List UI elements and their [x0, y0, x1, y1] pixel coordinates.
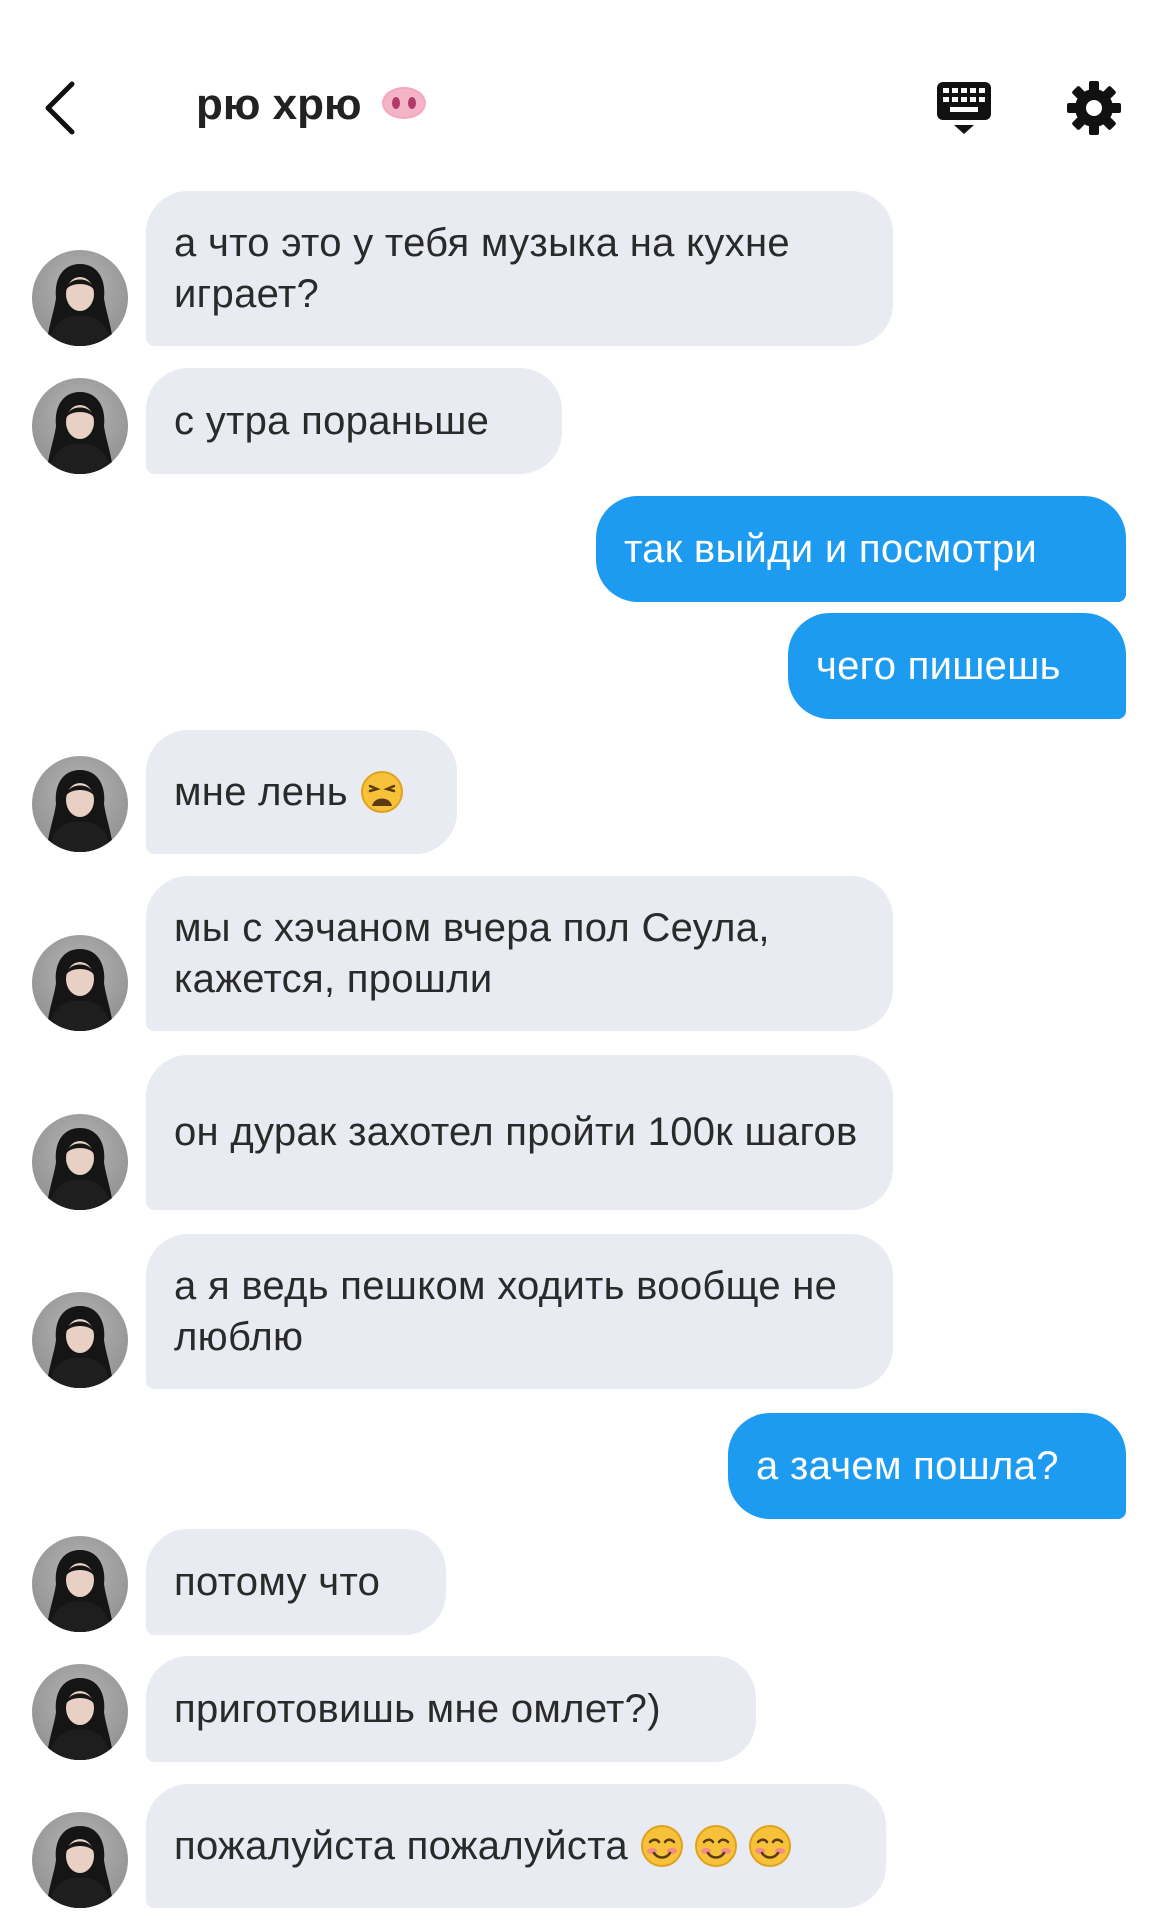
- settings-button[interactable]: [1064, 78, 1124, 138]
- weary-face-icon: [360, 771, 403, 813]
- pig-nose-icon: [381, 87, 426, 119]
- avatar-portrait-icon: [46, 1550, 114, 1632]
- message-bubble-incoming[interactable]: мне лень: [146, 730, 457, 854]
- gear-icon: [1067, 81, 1121, 135]
- keyboard-button[interactable]: [934, 78, 994, 138]
- contact-avatar[interactable]: [32, 1536, 128, 1632]
- message-text: мне лень: [174, 769, 348, 814]
- message-text: мы с хэчаном вчера пол Сеула, кажется, п…: [174, 905, 770, 1001]
- chat-title[interactable]: рю хрю: [196, 80, 428, 130]
- contact-avatar[interactable]: [32, 1812, 128, 1908]
- contact-avatar[interactable]: [32, 378, 128, 474]
- avatar-portrait-icon: [46, 1128, 114, 1210]
- chat-header: рю хрю: [0, 0, 1160, 200]
- avatar-portrait-icon: [46, 949, 114, 1031]
- message-text: а что это у тебя музыка на кухне играет?: [174, 220, 790, 316]
- contact-avatar[interactable]: [32, 1114, 128, 1210]
- smiling-face-icon: [748, 1825, 791, 1867]
- back-button[interactable]: [38, 78, 84, 138]
- contact-avatar[interactable]: [32, 1292, 128, 1388]
- message-bubble-incoming[interactable]: мы с хэчаном вчера пол Сеула, кажется, п…: [146, 876, 893, 1031]
- contact-avatar[interactable]: [32, 250, 128, 346]
- avatar-portrait-icon: [46, 1306, 114, 1388]
- avatar-portrait-icon: [46, 770, 114, 852]
- keyboard-icon: [937, 82, 991, 134]
- message-bubble-incoming[interactable]: с утра пораньше: [146, 368, 562, 474]
- message-text: потому что: [174, 1559, 381, 1604]
- message-text: чего пишешь: [816, 643, 1061, 688]
- contact-avatar[interactable]: [32, 756, 128, 852]
- message-bubble-outgoing[interactable]: так выйди и посмотри: [596, 496, 1126, 602]
- message-bubble-incoming[interactable]: а что это у тебя музыка на кухне играет?: [146, 191, 893, 346]
- message-text: с утра пораньше: [174, 398, 490, 443]
- emoji-group: [640, 1824, 792, 1868]
- message-bubble-outgoing[interactable]: чего пишешь: [788, 613, 1126, 719]
- smiling-face-icon: [640, 1825, 683, 1867]
- avatar-portrait-icon: [46, 1678, 114, 1760]
- message-bubble-incoming[interactable]: а я ведь пешком ходить вообще не люблю: [146, 1234, 893, 1389]
- message-text: так выйди и посмотри: [624, 526, 1038, 571]
- contact-avatar[interactable]: [32, 1664, 128, 1760]
- message-bubble-incoming[interactable]: он дурак захотел пройти 100к шагов: [146, 1055, 893, 1210]
- message-bubble-incoming[interactable]: приготовишь мне омлет?): [146, 1656, 756, 1762]
- message-text: пожалуйста пожалуйста: [174, 1823, 628, 1868]
- message-bubble-incoming[interactable]: потому что: [146, 1529, 446, 1635]
- back-arrow-icon: [45, 81, 75, 135]
- avatar-portrait-icon: [46, 1826, 114, 1908]
- message-text: приготовишь мне омлет?): [174, 1686, 661, 1731]
- smiling-face-icon: [694, 1825, 737, 1867]
- message-bubble-outgoing[interactable]: а зачем пошла?: [728, 1413, 1126, 1519]
- message-text: а зачем пошла?: [756, 1443, 1059, 1488]
- contact-name: рю хрю: [196, 80, 362, 129]
- message-text: он дурак захотел пройти 100к шагов: [174, 1110, 858, 1154]
- avatar-portrait-icon: [46, 264, 114, 346]
- contact-avatar[interactable]: [32, 935, 128, 1031]
- message-text: а я ведь пешком ходить вообще не люблю: [174, 1263, 838, 1359]
- message-bubble-incoming[interactable]: пожалуйста пожалуйста: [146, 1784, 886, 1908]
- avatar-portrait-icon: [46, 392, 114, 474]
